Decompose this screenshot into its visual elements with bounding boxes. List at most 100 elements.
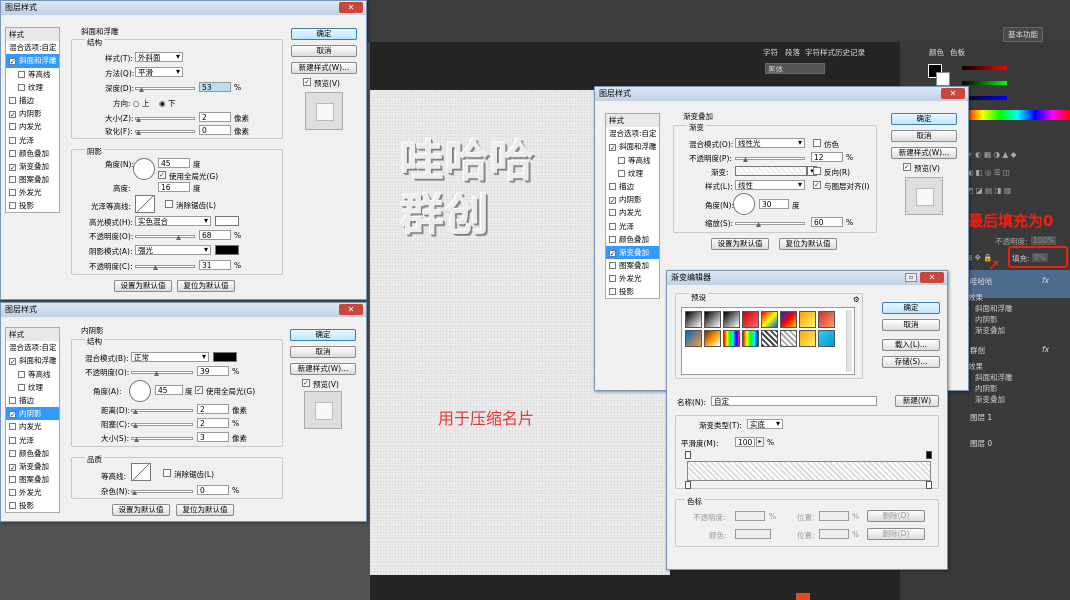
style-contour[interactable]: 等高线	[6, 368, 59, 381]
preset-swatch[interactable]	[685, 311, 702, 328]
reset-default-button[interactable]: 复位为默认值	[779, 238, 837, 250]
highlight-opacity-slider[interactable]	[135, 235, 195, 240]
opacity-input[interactable]: 12	[811, 152, 843, 162]
direction-up[interactable]: ○ 上	[133, 98, 149, 109]
tab-swatches[interactable]: 色板	[950, 47, 965, 58]
red-slider[interactable]	[962, 66, 1007, 70]
style-drop-shadow[interactable]: 投影	[6, 499, 59, 512]
soften-input[interactable]: 0	[199, 125, 231, 135]
ok-button[interactable]: 确定	[882, 302, 940, 314]
effect-item[interactable]: 斜面和浮雕	[975, 303, 1013, 314]
taskbar-icon[interactable]	[796, 593, 810, 600]
style-contour[interactable]: 等高线	[6, 68, 59, 81]
angle-dial[interactable]	[733, 193, 755, 215]
align-checkbox[interactable]: ✓	[813, 181, 821, 189]
style-outer-glow[interactable]: 外发光	[6, 186, 59, 199]
preset-swatch[interactable]	[799, 330, 816, 347]
style-color-overlay[interactable]: 颜色叠加	[6, 447, 59, 460]
stop-opacity-input[interactable]	[735, 511, 765, 521]
gloss-contour-picker[interactable]	[135, 195, 155, 213]
color-stop-left[interactable]	[685, 481, 691, 489]
reset-default-button[interactable]: 复位为默认值	[177, 280, 235, 292]
dialog-titlebar[interactable]: 渐变编辑器 ▫ ✕	[667, 271, 947, 285]
check-icon[interactable]: ✓	[9, 58, 16, 66]
new-gradient-button[interactable]: 新建(W)	[895, 395, 939, 407]
style-outer-glow[interactable]: 外发光	[6, 486, 59, 499]
preview-checkbox[interactable]: ✓	[903, 163, 911, 171]
altitude-input[interactable]: 16	[158, 182, 190, 192]
reset-default-button[interactable]: 复位为默认值	[176, 504, 234, 516]
background-color[interactable]	[936, 72, 950, 86]
highlight-mode-select[interactable]: 实色混合	[135, 216, 211, 226]
style-stroke[interactable]: 描边	[6, 94, 59, 107]
tab-character[interactable]: 字符	[763, 47, 778, 58]
style-bevel-emboss[interactable]: ✓ 斜面和浮雕	[6, 354, 59, 367]
tab-paragraph[interactable]: 段落	[785, 47, 800, 58]
blend-mode-select[interactable]: 正常	[131, 352, 209, 362]
delete-stop-button[interactable]: 删除(D)	[867, 528, 925, 540]
gradient-type-select[interactable]: 实底	[747, 419, 783, 429]
depth-slider[interactable]	[135, 87, 195, 92]
stop-position-input[interactable]	[819, 529, 849, 539]
layer-fx-icon[interactable]: fx	[1042, 276, 1049, 285]
style-inner-glow[interactable]: 内发光	[6, 120, 59, 133]
style-inner-glow[interactable]: 内发光	[6, 420, 59, 433]
style-contour[interactable]: 等高线	[606, 154, 659, 167]
effect-item[interactable]: 渐变叠加	[975, 325, 1005, 336]
ok-button[interactable]: 确定	[291, 28, 357, 40]
layer-name[interactable]: 图层 0	[970, 438, 992, 449]
save-button[interactable]: 存储(S)...	[882, 356, 940, 368]
noise-slider[interactable]	[131, 490, 193, 495]
style-texture[interactable]: 纹理	[606, 167, 659, 180]
angle-input[interactable]: 45	[158, 158, 190, 168]
close-button[interactable]: ✕	[339, 2, 363, 13]
distance-slider[interactable]	[131, 409, 193, 414]
delete-stop-button[interactable]: 删除(D)	[867, 510, 925, 522]
reverse-checkbox[interactable]	[813, 167, 821, 175]
shadow-color-swatch[interactable]	[215, 245, 239, 255]
ok-button[interactable]: 确定	[290, 329, 356, 341]
gradient-style-select[interactable]: 线性	[735, 180, 805, 190]
restore-icon[interactable]: ▫	[905, 273, 917, 282]
global-light-checkbox[interactable]: ✓	[158, 171, 166, 179]
style-texture[interactable]: 纹理	[6, 381, 59, 394]
style-color-overlay[interactable]: 颜色叠加	[6, 147, 59, 160]
tab-color[interactable]: 颜色	[929, 47, 944, 58]
noise-input[interactable]: 0	[197, 485, 229, 495]
preview-checkbox[interactable]: ✓	[302, 379, 310, 387]
preset-swatch[interactable]	[761, 330, 778, 347]
opacity-stop-left[interactable]	[685, 451, 691, 459]
style-gradient-overlay[interactable]: ✓ 渐变叠加	[606, 245, 659, 260]
cancel-button[interactable]: 取消	[891, 130, 957, 142]
gear-icon[interactable]: ⚙	[853, 295, 860, 304]
size-slider[interactable]	[135, 117, 195, 122]
ok-button[interactable]: 确定	[891, 113, 957, 125]
opacity-input[interactable]: 39	[197, 366, 229, 376]
style-drop-shadow[interactable]: 投影	[6, 199, 59, 212]
style-blend-options[interactable]: 混合选项:自定	[6, 341, 59, 354]
scale-input[interactable]: 60	[811, 217, 843, 227]
close-button[interactable]: ✕	[339, 304, 363, 315]
shadow-mode-select[interactable]: 强光	[135, 245, 211, 255]
cancel-button[interactable]: 取消	[290, 346, 356, 358]
choke-input[interactable]: 2	[197, 418, 229, 428]
cancel-button[interactable]: 取消	[291, 45, 357, 57]
gradient-picker[interactable]	[735, 166, 807, 176]
stop-color-swatch[interactable]	[735, 529, 771, 539]
bevel-style-select[interactable]: 外斜面	[135, 52, 183, 62]
opacity-slider[interactable]	[131, 371, 193, 376]
choke-slider[interactable]	[131, 423, 193, 428]
style-bevel-emboss[interactable]: ✓ 斜面和浮雕	[6, 54, 59, 68]
style-bevel-emboss[interactable]: ✓ 斜面和浮雕	[606, 140, 659, 153]
layer-name[interactable]: 图层 1	[970, 412, 992, 423]
style-gradient-overlay[interactable]: ✓ 渐变叠加	[6, 460, 59, 473]
soften-slider[interactable]	[135, 130, 195, 135]
style-inner-shadow[interactable]: ✓ 内阴影	[606, 193, 659, 206]
new-style-button[interactable]: 新建样式(W)...	[291, 62, 357, 74]
preview-checkbox[interactable]: ✓	[303, 78, 311, 86]
style-gradient-overlay[interactable]: ✓ 渐变叠加	[6, 160, 59, 173]
effect-item[interactable]: 斜面和浮雕	[975, 372, 1013, 383]
preset-scrollbar[interactable]	[846, 310, 852, 372]
effect-item[interactable]: 内阴影	[975, 383, 998, 394]
smoothness-input[interactable]: 100	[735, 437, 755, 447]
